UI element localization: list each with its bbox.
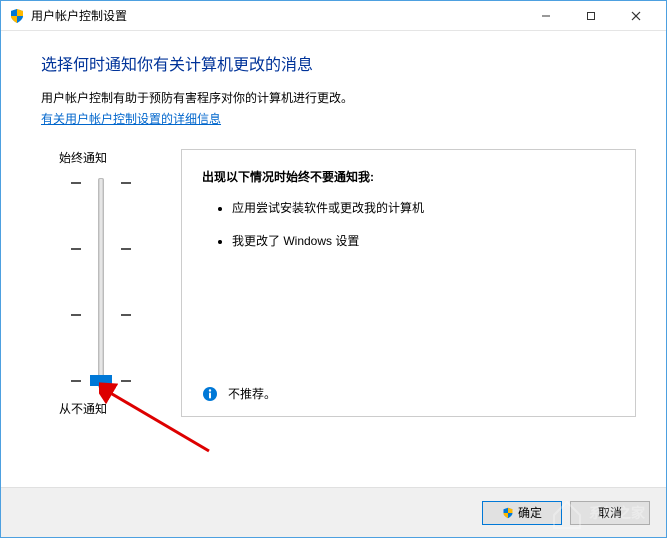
ok-button[interactable]: 确定 [482,501,562,525]
content-area: 选择何时通知你有关计算机更改的消息 用户帐户控制有助于预防有害程序对你的计算机进… [1,31,666,487]
slider-label-bottom: 从不通知 [59,400,107,417]
slider-column: 始终通知 从不通知 [41,149,161,417]
page-heading: 选择何时通知你有关计算机更改的消息 [41,51,636,75]
info-footer: 不推荐。 [202,377,615,402]
info-list: 应用尝试安装软件或更改我的计算机 我更改了 Windows 设置 [202,199,615,377]
info-panel-title: 出现以下情况时始终不要通知我: [202,168,615,185]
ok-button-label: 确定 [518,504,542,521]
maximize-button[interactable] [568,1,613,30]
cancel-button[interactable]: 取消 [570,501,650,525]
info-footer-text: 不推荐。 [228,385,276,402]
info-list-item: 我更改了 Windows 设置 [232,232,615,249]
cancel-button-label: 取消 [598,504,622,521]
dialog-footer: 确定 取消 系统之家 [1,487,666,537]
shield-icon [9,8,25,24]
shield-icon [502,507,514,519]
uac-settings-window: 用户帐户控制设置 选择何时通知你有关计算机更改的消息 用户帐户控制有助于预防有害… [0,0,667,538]
slider-tick [71,314,131,315]
info-icon [202,386,218,402]
slider-thumb[interactable] [90,375,112,386]
uac-slider[interactable] [71,178,131,388]
description-text: 用户帐户控制有助于预防有害程序对你的计算机进行更改。 [41,89,636,106]
slider-track [98,178,104,388]
minimize-button[interactable] [523,1,568,30]
close-button[interactable] [613,1,658,30]
more-info-link[interactable]: 有关用户帐户控制设置的详细信息 [41,110,221,127]
info-list-item: 应用尝试安装软件或更改我的计算机 [232,199,615,216]
slider-tick [71,182,131,183]
titlebar: 用户帐户控制设置 [1,1,666,31]
info-panel: 出现以下情况时始终不要通知我: 应用尝试安装软件或更改我的计算机 我更改了 Wi… [181,149,636,417]
window-title: 用户帐户控制设置 [31,7,523,24]
slider-tick [71,248,131,249]
body-area: 始终通知 从不通知 出现以下情况时始终不要通知我: 应用尝试安装软件或更改我的计… [41,149,636,417]
slider-label-top: 始终通知 [59,149,107,166]
window-controls [523,1,658,30]
